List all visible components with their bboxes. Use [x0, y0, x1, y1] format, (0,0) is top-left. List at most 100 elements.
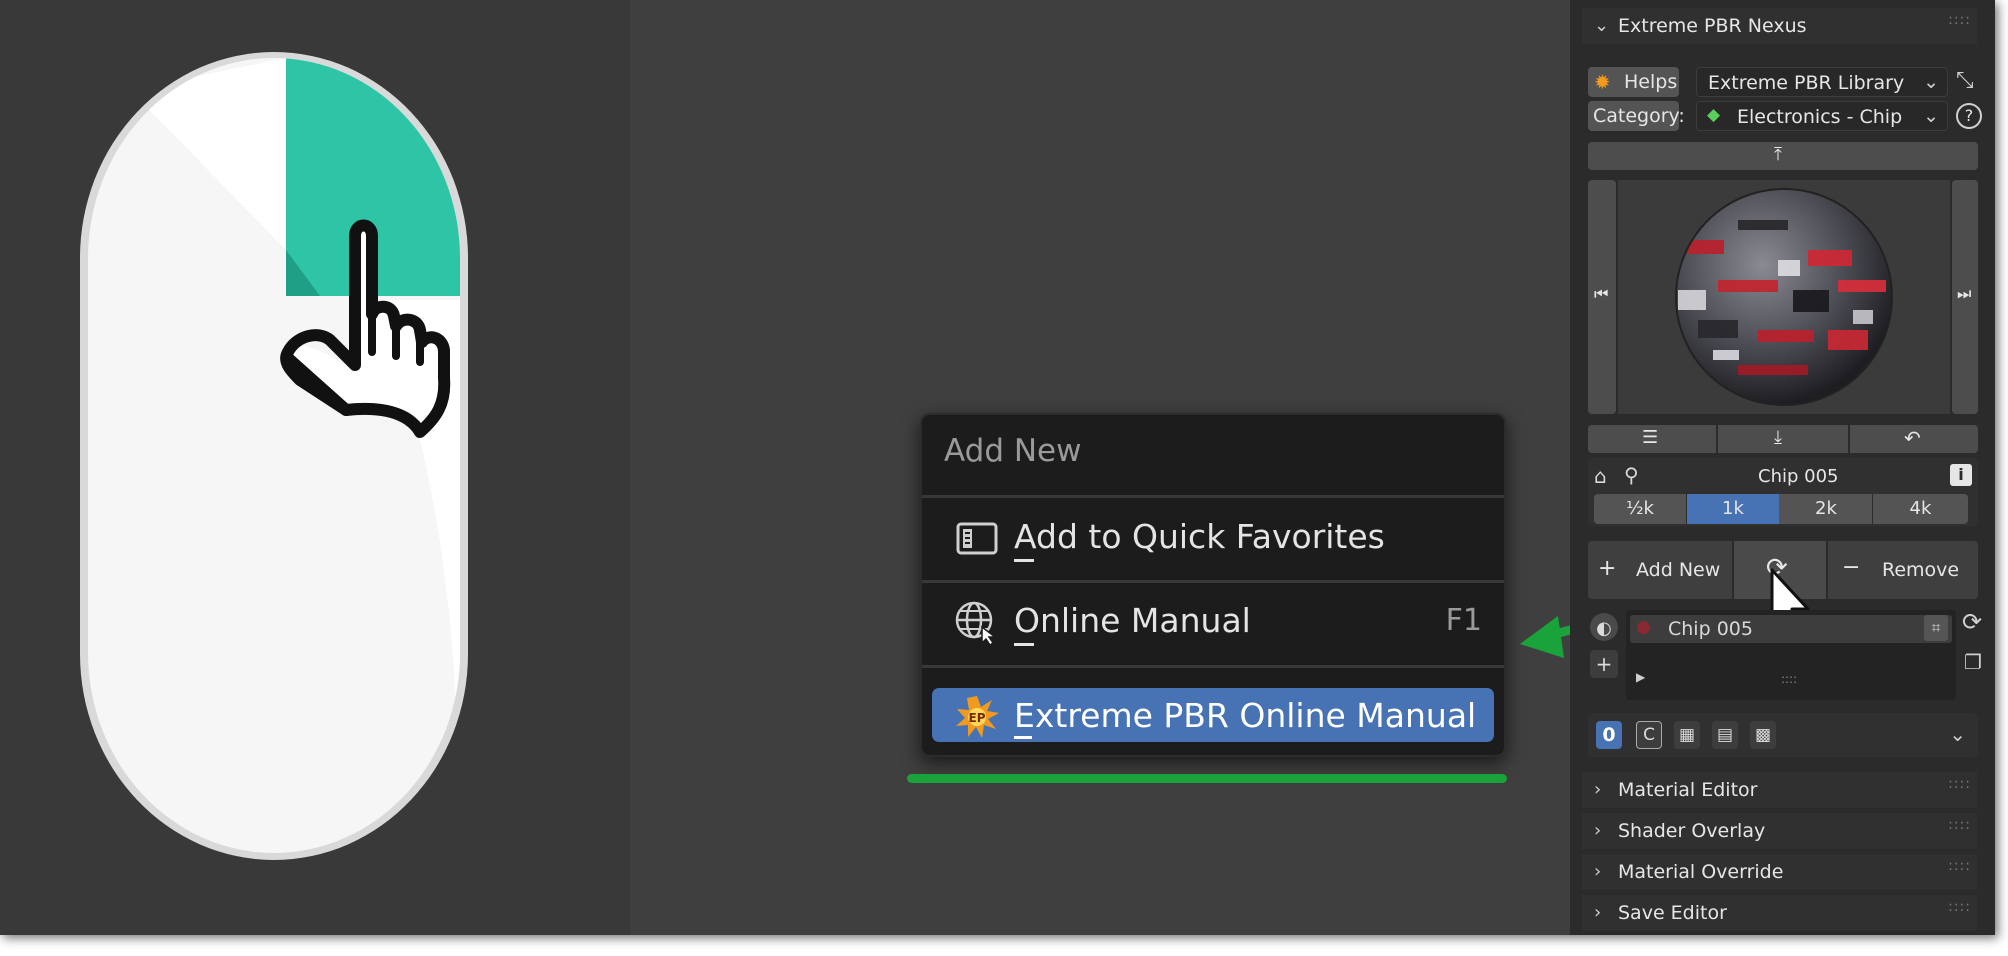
chevron-down-icon: ⌄: [1594, 15, 1610, 36]
extreme-pbr-logo-icon: ✹: [1594, 70, 1611, 94]
list-resize-grip[interactable]: ::::: [1781, 672, 1797, 686]
add-new-label: Add New: [1636, 559, 1721, 581]
category-value: Electronics - Chip: [1737, 106, 1903, 128]
menu-item-add-to-quick-favorites[interactable]: Add to Quick Favorites: [932, 509, 1494, 563]
material-info-box: ⌂ ⚲ Chip 005 i ½k 1k 2k 4k: [1588, 458, 1978, 526]
plus-icon: +: [1598, 556, 1617, 581]
menu-item-online-manual[interactable]: Online Manual F1: [932, 593, 1494, 647]
collapse-arrows-icon[interactable]: ⤡: [1956, 68, 1974, 93]
grid-blocks-icon[interactable]: ▦: [1674, 721, 1700, 749]
skip-next-icon: ⏭: [1957, 284, 1972, 303]
arrow-to-top-icon: ⤒: [1774, 144, 1782, 165]
material-slot-list[interactable]: ● Chip 005 ⌗ ▶ ::::: [1626, 610, 1956, 700]
sliders-icon: ☰: [1642, 427, 1659, 448]
globe-cursor-icon: [955, 601, 998, 645]
category-diamond-icon: ◆: [1707, 105, 1721, 125]
slot-material-name: Chip 005: [1668, 618, 1753, 640]
previous-material-button[interactable]: ⏮: [1588, 180, 1616, 414]
menu-item-extreme-pbr-online-manual[interactable]: EP Extreme PBR Online Manual: [932, 688, 1494, 742]
preview-toolbar: ☰ ⤓ ↶: [1588, 425, 1978, 453]
flag-zero-button[interactable]: 0: [1596, 721, 1622, 749]
tag-icon[interactable]: ⌂: [1594, 464, 1607, 488]
material-ball-icon: ◐: [1596, 618, 1612, 639]
clipboard-icon[interactable]: ▤: [1712, 721, 1738, 749]
material-preview[interactable]: [1618, 180, 1950, 414]
info-icon[interactable]: i: [1950, 464, 1972, 486]
mnemonic-underline: [1014, 736, 1032, 739]
expand-triangle-icon[interactable]: ▶: [1636, 670, 1645, 684]
menu-separator: [922, 665, 1504, 668]
chevron-right-icon: ›: [1594, 902, 1602, 923]
resolution-option[interactable]: ½k: [1594, 494, 1687, 524]
chip-material-sphere-preview: [1675, 188, 1893, 406]
plus-icon: +: [1595, 652, 1613, 676]
resolution-option-selected[interactable]: 1k: [1687, 494, 1779, 524]
panel-header-material-editor[interactable]: › Material Editor ::::: [1582, 772, 1977, 808]
svg-text:EP: EP: [969, 711, 986, 725]
drag-grip-icon[interactable]: ::::: [1948, 858, 1971, 874]
quick-favorites-icon: [956, 522, 998, 555]
panel-header-extreme-pbr-nexus[interactable]: ⌄ Extreme PBR Nexus ::::: [1582, 8, 1977, 44]
next-material-button[interactable]: ⏭: [1952, 180, 1978, 414]
undo-button[interactable]: ↶: [1850, 425, 1978, 453]
helps-button[interactable]: ✹ Helps: [1588, 67, 1679, 97]
shortcut-label: F1: [1445, 603, 1482, 638]
search-icon[interactable]: ⚲: [1624, 463, 1639, 487]
panel-header-shader-overlay[interactable]: › Shader Overlay ::::: [1582, 813, 1977, 849]
chevron-down-icon: ⌄: [1923, 105, 1939, 127]
context-menu-title: Add New: [944, 433, 1082, 469]
resolution-option[interactable]: 2k: [1780, 494, 1873, 524]
library-value: Extreme PBR Library: [1708, 72, 1905, 94]
mnemonic-underline: [1014, 559, 1034, 562]
chevron-down-icon[interactable]: ⌄: [1949, 722, 1966, 746]
resolution-option[interactable]: 4k: [1873, 494, 1968, 524]
node-tree-icon[interactable]: ⌗: [1924, 615, 1948, 641]
resolution-selector: ½k 1k 2k 4k: [1594, 494, 1968, 524]
drag-grip-icon[interactable]: ::::: [1948, 12, 1971, 28]
chevron-right-icon: ›: [1594, 779, 1602, 800]
section-title: Save Editor: [1618, 902, 1727, 924]
drag-grip-icon[interactable]: ::::: [1948, 776, 1971, 792]
remove-button[interactable]: − Remove: [1828, 541, 1978, 599]
menu-separator: [922, 580, 1504, 583]
panel-title: Extreme PBR Nexus: [1618, 15, 1807, 37]
section-title: Shader Overlay: [1618, 820, 1766, 842]
material-sphere-button[interactable]: ◐: [1590, 613, 1618, 641]
drag-grip-icon[interactable]: ::::: [1948, 817, 1971, 833]
mouse-right-click-illustration: [80, 52, 468, 860]
category-dropdown[interactable]: ◆ Electronics - Chip ⌄: [1696, 101, 1948, 131]
checker-icon[interactable]: ▩: [1750, 721, 1776, 749]
section-title: Material Override: [1618, 861, 1784, 883]
library-dropdown[interactable]: Extreme PBR Library ⌄: [1696, 67, 1948, 97]
remove-label: Remove: [1882, 559, 1960, 581]
display-flags-bar: 0 C ▦ ▤ ▩ ⌄: [1588, 713, 1978, 757]
scroll-to-bottom-button[interactable]: ⤓: [1718, 425, 1850, 453]
menu-separator: [922, 495, 1504, 498]
copy-icon[interactable]: ❐: [1964, 650, 1982, 674]
mnemonic-underline: [1014, 643, 1034, 646]
scroll-to-top-button[interactable]: ⤒: [1588, 142, 1978, 170]
sync-icon[interactable]: ⟳: [1962, 608, 1982, 636]
menu-item-label: Online Manual: [1014, 601, 1251, 640]
chevron-down-icon: ⌄: [1923, 71, 1939, 93]
material-name: Chip 005: [1758, 466, 1839, 487]
undo-arrow-icon: ↶: [1904, 426, 1921, 450]
flag-c-button[interactable]: C: [1636, 721, 1662, 749]
helps-label: Helps: [1624, 71, 1678, 93]
menu-item-label: Extreme PBR Online Manual: [1014, 696, 1477, 735]
panel-header-material-override[interactable]: › Material Override ::::: [1582, 854, 1977, 890]
minus-icon: −: [1842, 555, 1861, 580]
settings-sliders-button[interactable]: ☰: [1588, 425, 1718, 453]
category-label: Category:: [1593, 105, 1685, 127]
list-item[interactable]: ● Chip 005 ⌗: [1630, 615, 1952, 643]
chevron-right-icon: ›: [1594, 820, 1602, 841]
help-question-icon[interactable]: ?: [1956, 103, 1982, 129]
add-new-button[interactable]: + Add New: [1588, 541, 1734, 599]
add-slot-button[interactable]: +: [1590, 650, 1618, 678]
panel-header-save-editor[interactable]: › Save Editor ::::: [1582, 895, 1977, 931]
extreme-pbr-logo-icon: EP: [956, 696, 999, 738]
section-title: Material Editor: [1618, 779, 1758, 801]
arrow-to-bottom-icon: ⤓: [1774, 427, 1782, 448]
tutorial-illustration-area: [0, 0, 630, 935]
drag-grip-icon[interactable]: ::::: [1948, 899, 1971, 915]
